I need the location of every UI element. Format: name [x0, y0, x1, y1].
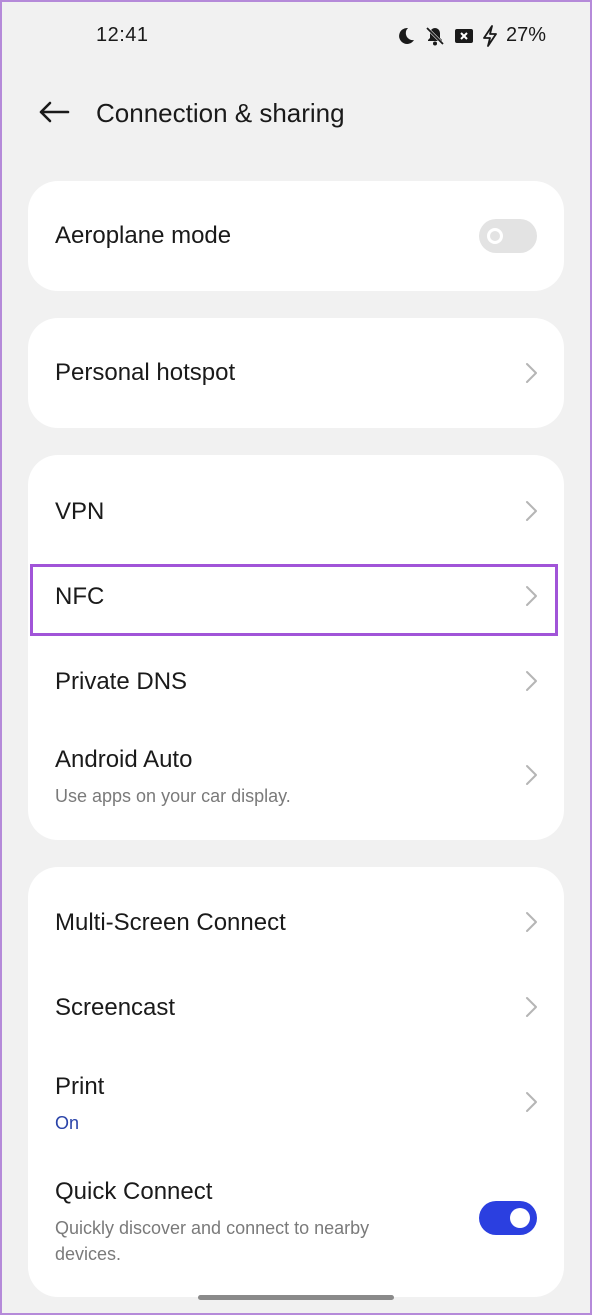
status-icons: 27% [396, 24, 546, 47]
toggle-knob [510, 1208, 530, 1228]
status-bar: 12:41 27% [0, 0, 592, 72]
chevron-right-icon [526, 501, 537, 521]
chevron-right-icon [526, 765, 537, 785]
multi-screen-connect-label: Multi-Screen Connect [55, 909, 286, 936]
android-auto-label: Android Auto [55, 746, 193, 773]
charging-bolt-icon [482, 24, 498, 47]
aeroplane-mode-toggle[interactable] [479, 219, 537, 253]
chevron-right-icon [526, 912, 537, 932]
quick-connect-subtitle-line-1: Quickly discover and connect to nearby [55, 1218, 370, 1238]
print-row[interactable]: Print On [28, 1050, 564, 1155]
personal-hotspot-row[interactable]: Personal hotspot [28, 318, 564, 428]
bell-off-icon [424, 25, 446, 47]
vpn-label: VPN [55, 498, 105, 525]
chevron-right-icon [526, 363, 537, 383]
toggle-knob [487, 228, 503, 244]
back-arrow-icon [38, 100, 70, 129]
quick-connect-label: Quick Connect [55, 1178, 213, 1205]
settings-group-hotspot: Personal hotspot [28, 318, 564, 428]
chevron-right-icon [526, 997, 537, 1017]
settings-group-airplane: Aeroplane mode [28, 181, 564, 291]
chevron-right-icon [526, 671, 537, 691]
multi-screen-connect-row[interactable]: Multi-Screen Connect [28, 880, 564, 964]
private-dns-row[interactable]: Private DNS [28, 638, 564, 722]
private-dns-label: Private DNS [55, 668, 188, 695]
page-title: Connection & sharing [96, 98, 345, 128]
aeroplane-mode-label: Aeroplane mode [55, 222, 232, 249]
settings-group-network: VPN NFC Private DNS Android Auto Use app… [28, 455, 564, 840]
print-label: Print [55, 1073, 105, 1100]
chevron-right-icon [526, 1092, 537, 1112]
app-bar: Connection & sharing [0, 78, 592, 150]
personal-hotspot-label: Personal hotspot [55, 359, 236, 386]
nfc-highlight-box [30, 564, 558, 636]
back-button[interactable] [32, 94, 76, 134]
moon-icon [396, 26, 416, 46]
aeroplane-mode-row[interactable]: Aeroplane mode [28, 181, 564, 291]
quick-connect-row[interactable]: Quick Connect Quickly discover and conne… [28, 1159, 564, 1289]
quick-connect-toggle[interactable] [479, 1201, 537, 1235]
status-time: 12:41 [96, 24, 149, 46]
settings-group-sharing: Multi-Screen Connect Screencast Print On… [28, 867, 564, 1297]
home-indicator[interactable] [198, 1295, 394, 1300]
screencast-row[interactable]: Screencast [28, 965, 564, 1049]
vpn-row[interactable]: VPN [28, 469, 564, 553]
android-auto-subtitle: Use apps on your car display. [55, 786, 291, 806]
battery-percent: 27% [505, 24, 546, 46]
quick-connect-subtitle-line-2: devices. [55, 1244, 122, 1264]
print-status: On [55, 1113, 80, 1133]
screencast-label: Screencast [55, 994, 176, 1021]
no-sim-icon [454, 26, 474, 46]
android-auto-row[interactable]: Android Auto Use apps on your car displa… [28, 723, 564, 828]
